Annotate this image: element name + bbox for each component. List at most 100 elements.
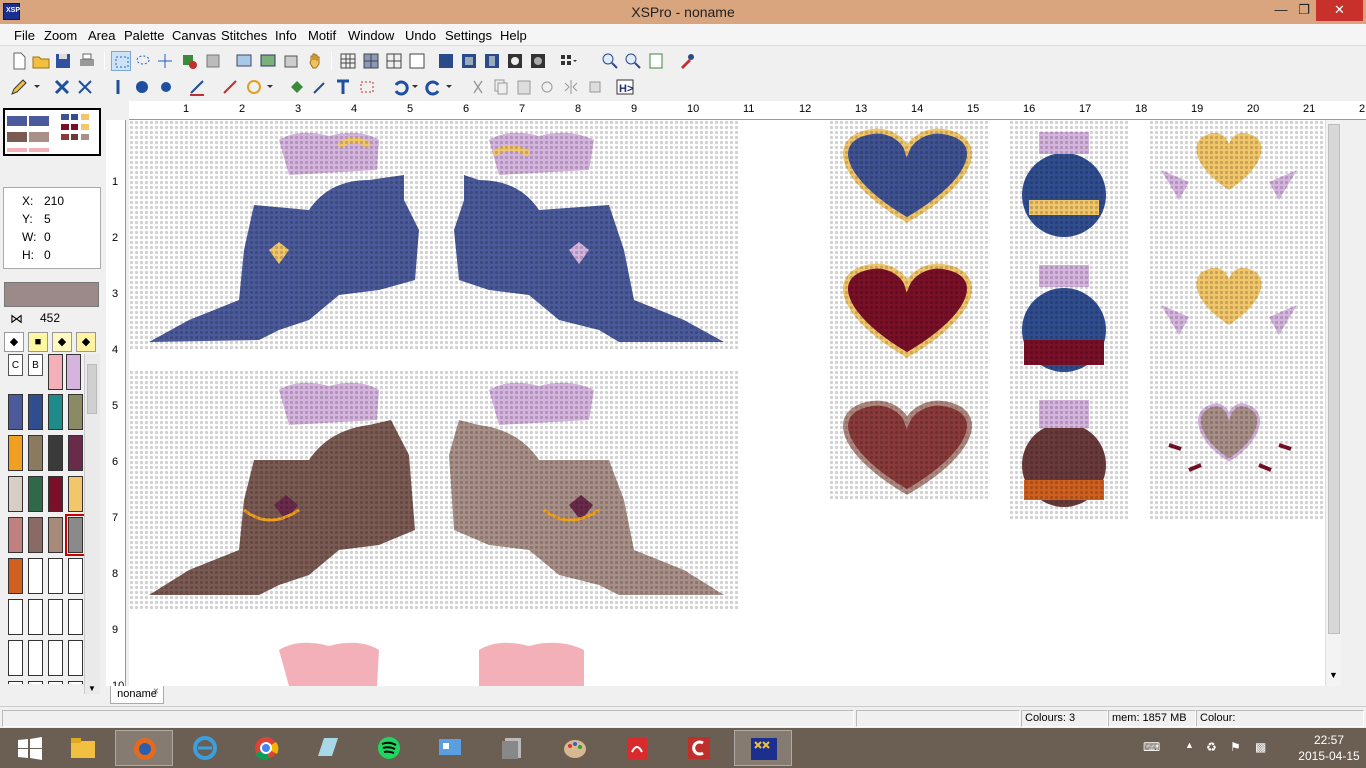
select-lasso-icon[interactable] [133,51,153,71]
full-cross-stitch-icon[interactable] [52,77,72,97]
eyedropper-icon[interactable] [677,51,697,71]
palette-swatch[interactable] [28,640,43,676]
magic-wand-icon[interactable] [310,77,330,97]
zoom-fit-icon[interactable] [646,51,666,71]
palette-swatch[interactable] [8,394,23,430]
fit-width-icon[interactable] [459,51,479,71]
crosshair-icon[interactable] [155,51,175,71]
palette-swatch[interactable] [8,599,23,635]
symbol-view-icon[interactable] [505,51,525,71]
palette-swatch[interactable] [28,394,43,430]
palette-swatch[interactable] [8,558,23,594]
import-icon[interactable] [282,51,302,71]
block-view-icon[interactable] [528,51,548,71]
zoom-in-icon[interactable] [600,51,620,71]
half-cross-stitch-icon[interactable] [75,77,95,97]
menu-file[interactable]: File [14,28,35,43]
palette-swatch[interactable] [48,476,63,512]
menu-canvas[interactable]: Canvas [172,28,216,43]
palette-swatch[interactable] [48,354,63,390]
menu-motif[interactable]: Motif [308,28,336,43]
menu-settings[interactable]: Settings [445,28,492,43]
palette-b-button[interactable]: B [28,354,43,376]
canvas-vertical-scrollbar[interactable]: ▼ [1325,120,1341,686]
grid-lines-icon[interactable] [384,51,404,71]
palette-swatch[interactable] [68,435,83,471]
line-tool-icon[interactable] [220,77,240,97]
menu-palette[interactable]: Palette [124,28,164,43]
tab-close-icon[interactable]: × [153,686,159,697]
select-copy-icon[interactable] [203,51,223,71]
zoom-out-icon[interactable] [623,51,643,71]
palette-swatch[interactable] [65,514,86,556]
fit-height-icon[interactable] [482,51,502,71]
scroll-down-icon[interactable]: ▼ [88,684,96,693]
palette-swatch[interactable] [48,558,63,594]
keyboard-icon[interactable]: ⌨ [1143,740,1160,754]
palette-scrollbar[interactable]: ▼ [84,354,100,694]
palette-swatch[interactable] [28,681,43,684]
paste-icon[interactable] [514,77,534,97]
network-icon[interactable]: ▩ [1255,740,1266,754]
palette-swatch[interactable] [28,599,43,635]
save-icon[interactable] [53,51,73,71]
new-file-icon[interactable] [9,51,29,71]
canvas-scroll-thumb[interactable] [1328,124,1340,634]
menu-stitches[interactable]: Stitches [221,28,267,43]
grid-options-icon[interactable] [558,51,578,71]
hand-pan-icon[interactable] [305,51,325,71]
palette-swatch[interactable] [48,394,63,430]
rotate-icon[interactable] [537,77,557,97]
close-button[interactable]: ✕ [1316,0,1363,21]
current-colour-swatch[interactable] [4,282,99,307]
menu-info[interactable]: Info [275,28,297,43]
menu-undo[interactable]: Undo [405,28,436,43]
bowtie-icon[interactable]: ⋈ [10,311,23,327]
print-icon[interactable] [77,51,97,71]
cut-icon[interactable] [468,77,488,97]
palette-swatch[interactable] [8,640,23,676]
copy-icon[interactable] [491,77,511,97]
fill-bucket-icon[interactable] [287,77,307,97]
menu-help[interactable]: Help [500,28,527,43]
overview-thumbnail[interactable] [3,108,101,156]
scroll-down-icon[interactable]: ▼ [1329,670,1338,680]
fit-window-icon[interactable] [436,51,456,71]
start-button[interactable] [0,730,52,766]
ellipse-tool-icon[interactable] [244,77,264,97]
palette-swatch[interactable] [48,640,63,676]
palette-swatch[interactable] [28,558,43,594]
clock[interactable]: 22:57 2015-04-15 [1296,732,1362,764]
line-draw-icon[interactable] [187,77,207,97]
palette-swatch[interactable] [28,476,43,512]
highlight-light-icon[interactable]: ◆ [52,332,72,352]
palette-swatch[interactable] [68,640,83,676]
taskbar-files-app[interactable] [484,730,542,766]
bead-icon[interactable] [156,77,176,97]
stitch-canvas[interactable] [129,120,1325,686]
chevron-down-icon[interactable] [442,77,462,97]
chevron-down-icon[interactable] [263,77,283,97]
taskbar-internet-explorer[interactable] [176,730,234,766]
sync-icon[interactable]: ♻ [1206,740,1217,754]
taskbar-spotify[interactable] [360,730,418,766]
select-add-icon[interactable] [179,51,199,71]
french-knot-icon[interactable] [132,77,152,97]
maximize-button[interactable]: ❐ [1290,0,1318,21]
palette-swatch[interactable] [8,681,23,684]
picture-icon[interactable] [258,51,278,71]
tray-expand-icon[interactable]: ▲ [1185,740,1194,750]
view-icon[interactable] [234,51,254,71]
undo-icon[interactable] [390,77,410,97]
menu-zoom[interactable]: Zoom [44,28,77,43]
taskbar-firefox[interactable] [115,730,173,766]
taskbar-control-panel[interactable] [421,730,479,766]
back-stitch-icon[interactable] [108,77,128,97]
palette-swatch[interactable] [48,435,63,471]
palette-swatch[interactable] [68,558,83,594]
palette-scroll-thumb[interactable] [87,364,97,414]
palette-c-button[interactable]: C [8,354,23,376]
text-tool-icon[interactable] [333,77,353,97]
grid-medium-icon[interactable] [361,51,381,71]
diamond-yellow-icon[interactable]: ◆ [76,332,96,352]
